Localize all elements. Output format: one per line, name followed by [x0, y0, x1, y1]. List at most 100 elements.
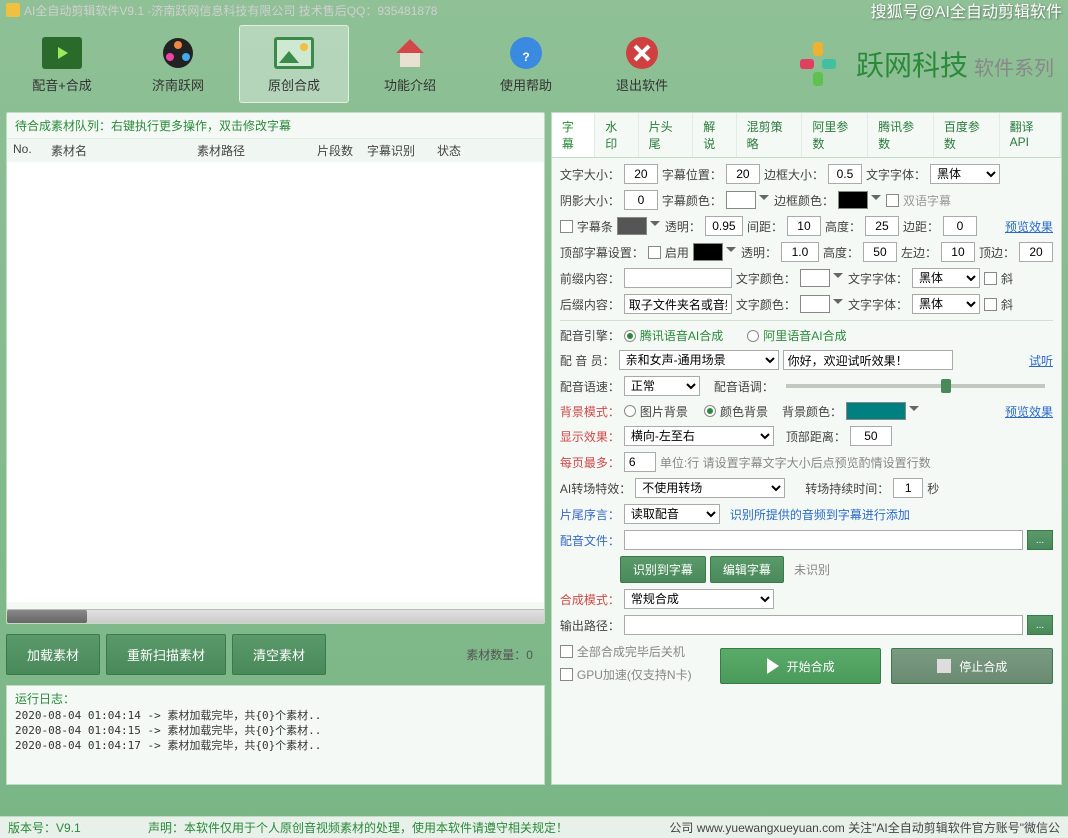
tab-headtail[interactable]: 片头尾 — [639, 113, 694, 157]
svg-text:?: ? — [522, 50, 529, 64]
topsub-left-input[interactable] — [941, 242, 975, 262]
version-label: 版本号：V9.1 — [8, 819, 148, 836]
border-color-picker[interactable] — [838, 191, 868, 209]
bg-color-picker[interactable] — [846, 402, 906, 420]
sample-text-input[interactable] — [783, 350, 953, 370]
display-effect-select[interactable]: 横向-左至右 — [624, 426, 774, 446]
toolbar-exit[interactable]: 退出软件 — [587, 25, 697, 103]
topsub-color-picker[interactable] — [693, 243, 723, 261]
top-dist-input[interactable] — [850, 426, 892, 446]
prefix-input[interactable] — [624, 268, 732, 288]
font-face-select[interactable]: 黑体 — [930, 164, 1000, 184]
preview-link-2[interactable]: 预览效果 — [1005, 403, 1053, 420]
material-count: 素材数量：0 — [466, 646, 545, 663]
log-title: 运行日志： — [15, 690, 536, 707]
gap-input[interactable] — [787, 216, 821, 236]
film-icon — [42, 35, 82, 71]
gpu-checkbox[interactable] — [560, 668, 573, 681]
topsub-enable-checkbox[interactable] — [648, 246, 661, 259]
color-bg-radio[interactable] — [704, 405, 716, 417]
recognize-button[interactable]: 识别到字幕 — [620, 556, 706, 583]
titlebar: AI全自动剪辑软件V9.1 -济南跃网信息科技有限公司 技术售后QQ：93548… — [0, 0, 1068, 20]
tab-tencent[interactable]: 腾讯参数 — [868, 113, 934, 157]
prefix-font-select[interactable]: 黑体 — [912, 268, 980, 288]
shutdown-checkbox[interactable] — [560, 645, 573, 658]
picture-icon — [274, 35, 314, 71]
toolbar-intro[interactable]: 功能介绍 — [355, 25, 465, 103]
out-path-browse-button[interactable]: ... — [1027, 615, 1053, 635]
tail-prologue-select[interactable]: 读取配音 — [624, 504, 720, 524]
credit: 搜狐号@AI全自动剪辑软件 — [871, 0, 1062, 22]
sub-pos-input[interactable] — [726, 164, 760, 184]
prefix-color-picker[interactable] — [800, 269, 830, 287]
queue-title: 待合成素材队列：右键执行更多操作，双击修改字幕 — [7, 113, 544, 139]
logo: 跃网科技软件系列 — [788, 34, 1064, 94]
prefix-italic-checkbox[interactable] — [984, 272, 997, 285]
tab-narration[interactable]: 解说 — [693, 113, 736, 157]
queue-body[interactable] — [7, 162, 544, 602]
listen-link[interactable]: 试听 — [1029, 352, 1053, 369]
statusbar: 版本号：V9.1 声明：本软件仅用于个人原创音视频素材的处理，使用本软件请遵守相… — [0, 816, 1068, 838]
start-synth-button[interactable]: 开始合成 — [720, 648, 882, 684]
voice-speed-select[interactable]: 正常 — [624, 376, 700, 396]
toolbar: 配音+合成 济南跃网 原创合成 功能介绍 ?使用帮助 退出软件 跃网科技软件系列 — [0, 20, 1068, 108]
subbar-color-picker[interactable] — [617, 217, 647, 235]
toolbar-about[interactable]: 济南跃网 — [123, 25, 233, 103]
transition-select[interactable]: 不使用转场 — [635, 478, 785, 498]
topsub-opacity-input[interactable] — [781, 242, 819, 262]
per-page-input[interactable] — [624, 452, 656, 472]
topsub-height-input[interactable] — [863, 242, 897, 262]
toolbar-original[interactable]: 原创合成 — [239, 25, 349, 103]
margin-input[interactable] — [943, 216, 977, 236]
sub-color-picker[interactable] — [726, 191, 756, 209]
close-icon — [622, 35, 662, 71]
img-bg-radio[interactable] — [624, 405, 636, 417]
stop-synth-button[interactable]: 停止合成 — [891, 648, 1053, 684]
log-line: 2020-08-04 01:04:15 -> 素材加载完毕，共{0}个素材.. — [15, 724, 536, 739]
voice-tone-slider[interactable] — [786, 384, 1045, 388]
out-path-input[interactable] — [624, 615, 1023, 635]
suffix-input[interactable] — [624, 294, 732, 314]
play-icon — [767, 658, 779, 674]
border-size-input[interactable] — [828, 164, 862, 184]
footer-right: 公司 www.yuewangxueyuan.com 关注"AI全自动剪辑软件官方… — [669, 819, 1060, 836]
edit-sub-button[interactable]: 编辑字幕 — [710, 556, 784, 583]
topsub-top-input[interactable] — [1019, 242, 1053, 262]
rescan-material-button[interactable]: 重新扫描素材 — [106, 634, 226, 675]
height-input[interactable] — [865, 216, 899, 236]
toolbar-help[interactable]: ?使用帮助 — [471, 25, 581, 103]
tabs: 字幕 水印 片头尾 解说 混剪策略 阿里参数 腾讯参数 百度参数 翻译API — [551, 112, 1062, 157]
voice-actor-select[interactable]: 亲和女声-通用场景 — [619, 350, 779, 370]
hash-icon — [788, 34, 848, 94]
suffix-font-select[interactable]: 黑体 — [912, 294, 980, 314]
tab-translate[interactable]: 翻译API — [1000, 113, 1061, 157]
suffix-italic-checkbox[interactable] — [984, 298, 997, 311]
stop-icon — [937, 659, 951, 673]
log-line: 2020-08-04 01:04:17 -> 素材加载完毕，共{0}个素材.. — [15, 739, 536, 754]
tab-watermark[interactable]: 水印 — [595, 113, 638, 157]
bilingual-checkbox[interactable] — [886, 194, 899, 207]
font-size-input[interactable] — [624, 164, 658, 184]
toolbar-dub[interactable]: 配音+合成 — [7, 25, 117, 103]
tencent-radio[interactable] — [624, 330, 636, 342]
clear-material-button[interactable]: 清空素材 — [232, 634, 326, 675]
preview-link[interactable]: 预览效果 — [1005, 218, 1053, 235]
queue-panel: 待合成素材队列：右键执行更多操作，双击修改字幕 No.素材名素材路径片段数字幕识… — [6, 112, 545, 624]
queue-list[interactable]: No.素材名素材路径片段数字幕识别状态 — [7, 139, 544, 609]
tab-ali[interactable]: 阿里参数 — [802, 113, 868, 157]
subbar-checkbox[interactable] — [560, 220, 573, 233]
tab-subtitle[interactable]: 字幕 — [552, 113, 595, 157]
tab-mixstrategy[interactable]: 混剪策略 — [737, 113, 803, 157]
settings-form: 文字大小： 字幕位置： 边框大小： 文字字体：黑体 阴影大小： 字幕颜色： 边框… — [551, 157, 1062, 785]
trans-dur-input[interactable] — [893, 478, 923, 498]
voice-file-browse-button[interactable]: ... — [1027, 530, 1053, 550]
shadow-input[interactable] — [624, 190, 658, 210]
ali-radio[interactable] — [747, 330, 759, 342]
voice-file-input[interactable] — [624, 530, 1023, 550]
h-scrollbar[interactable] — [7, 609, 544, 623]
opacity-input[interactable] — [705, 216, 743, 236]
synth-mode-select[interactable]: 常规合成 — [624, 589, 774, 609]
tab-baidu[interactable]: 百度参数 — [934, 113, 1000, 157]
load-material-button[interactable]: 加载素材 — [6, 634, 100, 675]
suffix-color-picker[interactable] — [800, 295, 830, 313]
